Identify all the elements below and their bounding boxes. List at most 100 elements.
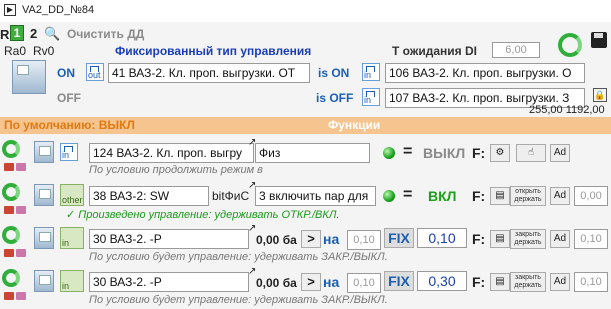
- on-label: ON: [57, 66, 75, 80]
- row2-side-icon-a[interactable]: [4, 206, 14, 214]
- row3-device-icon[interactable]: [34, 227, 54, 249]
- clear-dd-button[interactable]: Очистить ДД: [67, 27, 144, 41]
- row4-compare-button[interactable]: >: [301, 273, 321, 291]
- row3-side-icon-a[interactable]: [4, 249, 14, 257]
- row2-mid-label: bitФиС: [212, 189, 250, 203]
- row1-state: ВЫКЛ: [423, 145, 466, 161]
- row3-source-field[interactable]: 30 ВАЗ-2. -P: [89, 229, 249, 249]
- is-on-field[interactable]: 106 ВАЗ-2. Кл. проп. выгрузки. О: [385, 63, 585, 83]
- rv-label: Rv0: [33, 44, 55, 58]
- row3-fix-button[interactable]: FIX: [384, 228, 414, 248]
- row4-na-input[interactable]: 0,10: [347, 273, 381, 293]
- functions-label: Функции: [328, 118, 381, 132]
- row3-refresh-icon[interactable]: [2, 226, 20, 244]
- lock-icon[interactable]: 🔒: [593, 88, 607, 102]
- row3-fix-input[interactable]: 0,10: [417, 228, 467, 248]
- row2-hint: ✓ Произведено управление: удерживать ОТК…: [66, 209, 340, 221]
- row1-refresh-icon[interactable]: [2, 140, 20, 158]
- row2-device-icon[interactable]: [34, 184, 54, 206]
- row4-value-input[interactable]: 0,10: [574, 272, 608, 292]
- row3-io-icon[interactable]: in: [60, 227, 84, 249]
- row1-config-icon[interactable]: ⚙: [490, 144, 510, 162]
- row4-refresh-icon[interactable]: [2, 269, 20, 287]
- row2-value-input[interactable]: 0,00: [574, 186, 608, 206]
- row4-source-field[interactable]: 30 ВАЗ-2. -P: [89, 272, 249, 292]
- page-tab-2[interactable]: 2: [30, 26, 37, 41]
- row1-status-led: [383, 147, 395, 159]
- row3-ad-icon[interactable]: Ad: [550, 230, 570, 248]
- row2-refresh-icon[interactable]: [2, 183, 20, 201]
- row1-equals: =: [403, 143, 413, 160]
- is-on-io-icon[interactable]: in: [362, 63, 380, 81]
- row2-io-icon[interactable]: other: [60, 184, 84, 206]
- row3-na-input[interactable]: 0,10: [347, 230, 381, 250]
- is-on-label: is ON: [318, 66, 350, 80]
- row2-f-label: F:: [472, 188, 486, 204]
- wait-input[interactable]: 6,00: [492, 42, 540, 58]
- row4-device-icon[interactable]: [34, 270, 54, 292]
- row3-list-icon[interactable]: ▤: [490, 230, 510, 248]
- row1-target-field[interactable]: Физ: [255, 143, 370, 163]
- row4-fix-input[interactable]: 0,30: [417, 271, 467, 291]
- page-tab-1[interactable]: 1: [10, 25, 24, 41]
- row4-num: 0,00 ба: [256, 276, 297, 290]
- row1-source-field[interactable]: 124 ВАЗ-2. Кл. проп. выгру: [89, 143, 254, 163]
- row3-num: 0,00 ба: [256, 233, 297, 247]
- default-label: По умолчанию: ВЫКЛ: [4, 118, 135, 132]
- functions-bar: По умолчанию: ВЫКЛ Функции: [0, 117, 611, 134]
- row1-side-icon-a[interactable]: [4, 163, 14, 171]
- function-row-4: in 30 ВАЗ-2. -P ↗ 0,00 ба > на 0,10 FIX …: [0, 264, 611, 306]
- row2-list-icon[interactable]: ▤: [490, 187, 510, 205]
- row4-list-icon[interactable]: ▤: [490, 273, 510, 291]
- row1-device-icon[interactable]: [34, 141, 54, 163]
- row1-ad-icon[interactable]: Ad: [550, 144, 570, 162]
- row3-na-label: на: [323, 231, 340, 247]
- row2-status-led: [383, 190, 395, 202]
- page-indicator-r: R: [0, 27, 10, 42]
- wait-label: Т ожидания DI: [392, 44, 477, 58]
- row3-close-hold-button[interactable]: закрыть держать: [510, 229, 546, 249]
- row4-na-label: на: [323, 274, 340, 290]
- is-off-label: is OFF: [316, 91, 354, 105]
- row4-io-icon[interactable]: in: [60, 270, 84, 292]
- row3-compare-button[interactable]: >: [301, 230, 321, 248]
- row4-f-label: F:: [472, 274, 486, 290]
- row4-ad-icon[interactable]: Ad: [550, 273, 570, 291]
- function-row-2: other 38 ВАЗ-2: SW bitФиС 3 включить пар…: [0, 178, 611, 221]
- row2-side-icon-b[interactable]: [16, 206, 26, 214]
- row1-f-label: F:: [472, 145, 486, 161]
- row2-open-hold-button[interactable]: открыть держать: [510, 186, 546, 206]
- save-icon[interactable]: [591, 32, 607, 48]
- off-label: OFF: [57, 91, 81, 105]
- row3-f-label: F:: [472, 231, 486, 247]
- row1-hand-icon[interactable]: ☝: [516, 144, 546, 162]
- row3-side-icon-b[interactable]: [16, 249, 26, 257]
- row1-side-icon-b[interactable]: [16, 163, 26, 171]
- row4-side-icon-a[interactable]: [4, 292, 14, 300]
- refresh-icon[interactable]: [558, 33, 582, 57]
- row4-close-hold-button[interactable]: закрыть держать: [510, 272, 546, 292]
- header-values: 255,00 1192,00: [529, 104, 605, 116]
- is-off-io-icon[interactable]: in: [362, 88, 380, 106]
- row4-hint: По условию будет управление: удерживать …: [89, 294, 388, 306]
- device-image[interactable]: [12, 60, 46, 94]
- row2-equals: =: [403, 186, 413, 203]
- row1-io-icon[interactable]: in: [60, 143, 78, 161]
- row3-value-input[interactable]: 0,10: [574, 229, 608, 249]
- row2-source-field[interactable]: 38 ВАЗ-2: SW: [89, 186, 209, 206]
- row4-fix-button[interactable]: FIX: [384, 271, 414, 291]
- search-icon[interactable]: 🔍: [44, 26, 60, 42]
- row2-ad-icon[interactable]: Ad: [550, 187, 570, 205]
- function-row-3: in 30 ВАЗ-2. -P ↗ 0,00 ба > на 0,10 FIX …: [0, 221, 611, 263]
- window-title: VA2_DD_№84: [22, 4, 95, 16]
- row2-target-field[interactable]: 3 включить пар для: [255, 186, 376, 206]
- row3-hint: По условию будет управление: удерживать …: [89, 251, 388, 263]
- row2-link-icon[interactable]: ↗: [248, 180, 256, 191]
- app-icon: ▶: [4, 4, 16, 16]
- row1-hint: По условию продолжить режим в: [89, 164, 263, 176]
- control-field[interactable]: 41 ВАЗ-2. Кл. проп. выгрузки. ОТ: [108, 63, 310, 83]
- out-io-icon[interactable]: out: [86, 63, 104, 81]
- row1-link-icon[interactable]: ↗: [248, 137, 256, 148]
- row4-side-icon-b[interactable]: [16, 292, 26, 300]
- title-bar: ▶ VA2_DD_№84: [0, 0, 611, 22]
